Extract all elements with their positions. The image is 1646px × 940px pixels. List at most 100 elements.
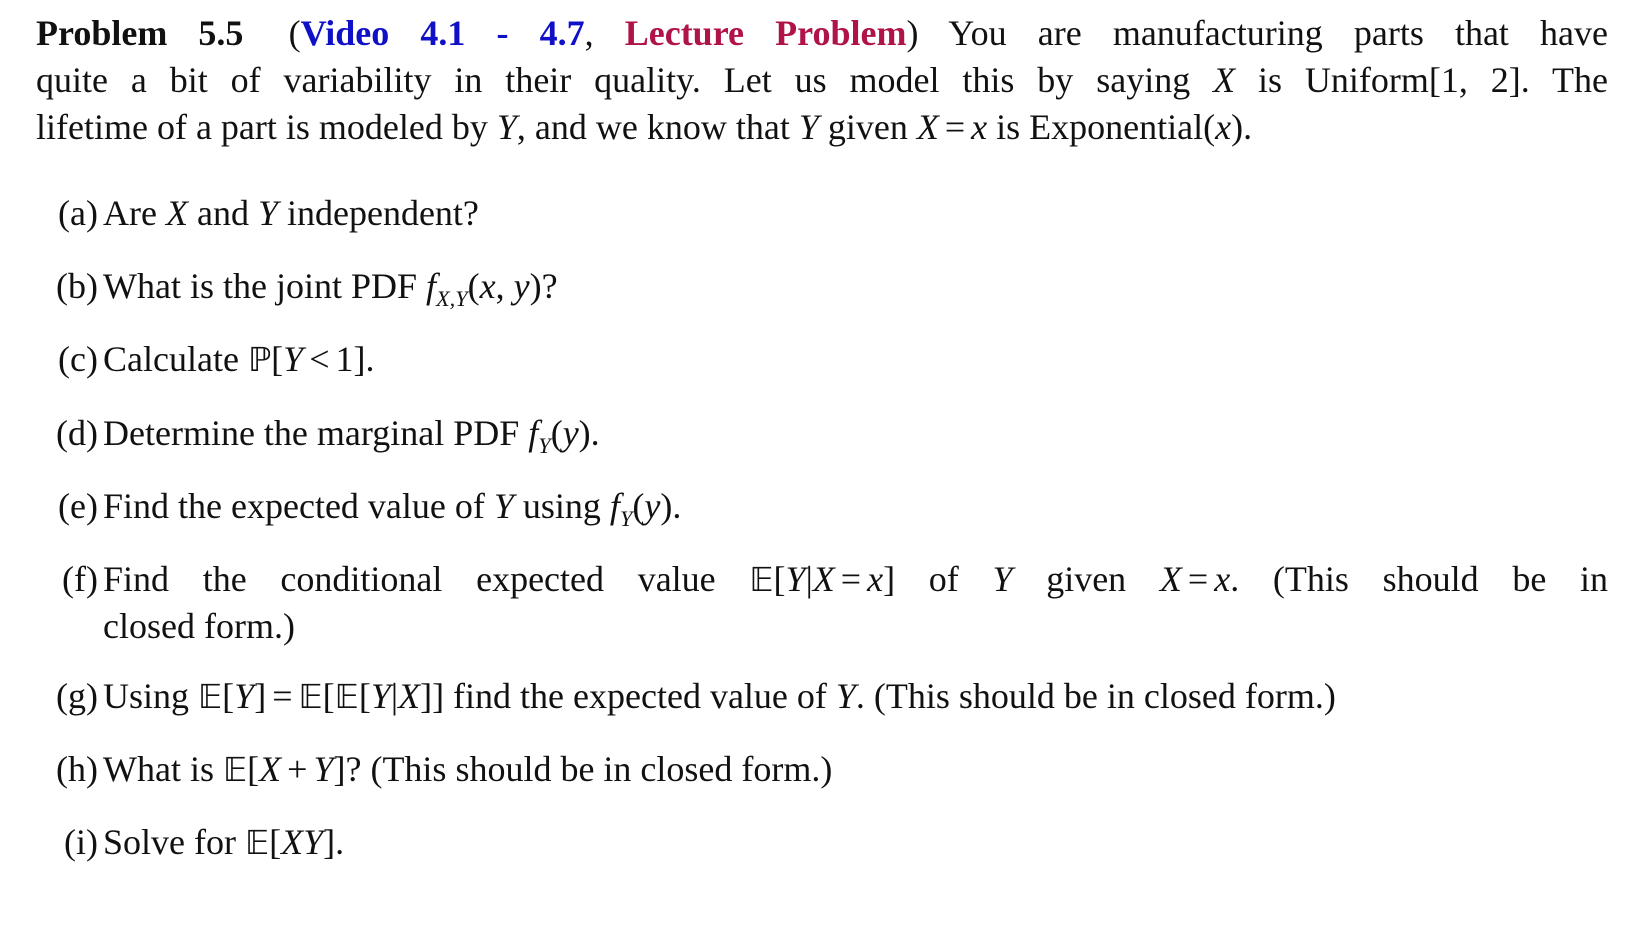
link-separator: , (584, 13, 625, 53)
part-line: Find the expected value of Y using fY(y)… (103, 483, 1608, 530)
text-segment: [ (271, 339, 284, 379)
math-variable: Y (798, 107, 819, 147)
math-variable: y (644, 486, 661, 526)
math-operator: = (840, 559, 862, 599)
text-segment: Are (103, 193, 166, 233)
text-segment: given (1012, 559, 1160, 599)
video-link[interactable]: Video 4.1 - 4.7 (301, 13, 585, 53)
math-variable: y (562, 413, 579, 453)
part-label: (f) (62, 559, 98, 599)
text-segment: [ (247, 749, 260, 789)
text-segment: Solve for (103, 822, 245, 862)
math-subscript: Y (538, 432, 551, 458)
text-segment: | (805, 559, 813, 599)
math-variable: f (426, 266, 437, 306)
math-operator: = (944, 107, 966, 147)
text-segment: . (This should be in closed form.) (855, 676, 1336, 716)
part-text: Solve for 𝔼[XY]. (103, 819, 1608, 866)
text-segment: Calculate (103, 339, 248, 379)
lecture-problem-link[interactable]: Lecture Problem (625, 13, 907, 53)
part-label: (a) (58, 193, 98, 233)
part-line: Calculate ℙ[Y <1]. (103, 336, 1608, 383)
blackboard-symbol: 𝔼 (222, 750, 248, 789)
text-segment: ] (254, 676, 267, 716)
part-label: (g) (56, 676, 98, 716)
math-variable: Y (313, 749, 334, 789)
part-line: Are X and Y independent? (103, 190, 1608, 237)
text-segment: You are manufacturing parts that have (948, 13, 1609, 53)
text-segment: Determine the marginal PDF (103, 413, 529, 453)
math-variable: x (479, 266, 496, 306)
text-segment: [ (322, 676, 335, 716)
math-variable: Y (785, 559, 806, 599)
text-segment: ]? (This should be in closed form.) (333, 749, 833, 789)
part-text: What is the joint PDF fX,Y(x, y)? (103, 263, 1608, 310)
math-variable: Y (257, 193, 278, 233)
math-variable: Y (992, 559, 1013, 599)
blackboard-symbol: ℙ (247, 340, 272, 379)
math-variable: XY (281, 822, 324, 862)
blackboard-symbol: 𝔼 (198, 677, 223, 716)
part-label: (i) (64, 822, 98, 862)
intro-line-2: quite a bit of variability in their qual… (36, 57, 1608, 104)
text-segment: Find the conditional expected value (103, 559, 750, 599)
text-segment: What is the joint PDF (103, 266, 426, 306)
text-segment: ( (632, 486, 645, 526)
math-variable: X (165, 193, 188, 233)
text-segment: is Exponential( (987, 107, 1216, 147)
math-operator: + (287, 749, 308, 789)
text-segment: [ (269, 822, 282, 862)
text-segment: Using (103, 676, 199, 716)
text-segment: ]. (323, 822, 345, 862)
problem-statement: Problem 5.5 (Video 4.1 - 4.7, Lecture Pr… (36, 10, 1608, 151)
math-variable: X (916, 107, 939, 147)
text-segment: using (513, 486, 610, 526)
part-line: closed form.) (103, 603, 1608, 650)
intro-line-3: lifetime of a part is modeled by Y, and … (36, 104, 1608, 151)
part-text: Determine the marginal PDF fY(y). (103, 410, 1608, 457)
text-segment: , and we know that (516, 107, 799, 147)
intro-line-1: Problem 5.5 (Video 4.1 - 4.7, Lecture Pr… (36, 10, 1608, 57)
text-segment: ] of (883, 559, 993, 599)
part-line: What is the joint PDF fX,Y(x, y)? (103, 263, 1608, 310)
part-text: Using 𝔼[Y] = 𝔼[𝔼[Y|X]] find the expected v… (103, 673, 1608, 720)
math-variable: X (812, 559, 835, 599)
part-label: (c) (58, 339, 98, 379)
part-label: (h) (56, 749, 98, 789)
math-variable: X (1213, 60, 1236, 100)
text-segment: | (390, 676, 399, 716)
math-variable: Y (370, 676, 391, 716)
text-segment: and (187, 193, 258, 233)
math-variable: x (971, 107, 988, 147)
text-segment: )? (529, 266, 558, 306)
math-variable: Y (496, 107, 517, 147)
part-text: Find the expected value of Y using fY(y)… (103, 483, 1608, 530)
blackboard-symbol: 𝔼 (749, 560, 774, 599)
math-variable: f (609, 486, 620, 526)
text-segment: ]] find the expected value of (420, 676, 836, 716)
text-segment: , (495, 266, 514, 306)
close-paren: ) (906, 13, 919, 53)
text-segment: 1]. (335, 339, 375, 379)
text-segment: ). (1231, 107, 1253, 147)
math-variable: x (867, 559, 884, 599)
text-segment: . (This should be in (1230, 559, 1609, 599)
text-segment: What is (103, 749, 223, 789)
part-text: Are X and Y independent? (103, 190, 1608, 237)
intro-text-2: quite a bit of variability in their qual… (36, 60, 1608, 100)
text-segment: ). (578, 413, 600, 453)
math-subscript: Y (619, 505, 633, 531)
problem-label: Problem 5.5 (36, 13, 244, 53)
math-variable: x (1214, 559, 1231, 599)
text-segment: is Uniform[1, 2]. The (1235, 60, 1608, 100)
text-segment: ( (550, 413, 563, 453)
problem-page: Problem 5.5 (Video 4.1 - 4.7, Lecture Pr… (0, 0, 1646, 940)
open-paren: ( (288, 13, 301, 53)
text-segment: independent? (277, 193, 479, 233)
part-line: Find the conditional expected value 𝔼[Y|… (103, 556, 1608, 603)
math-variable: Y (283, 339, 304, 379)
text-segment: given (818, 107, 917, 147)
blackboard-symbol: 𝔼 (334, 677, 359, 716)
math-variable: Y (835, 676, 856, 716)
math-variable: x (1215, 107, 1232, 147)
